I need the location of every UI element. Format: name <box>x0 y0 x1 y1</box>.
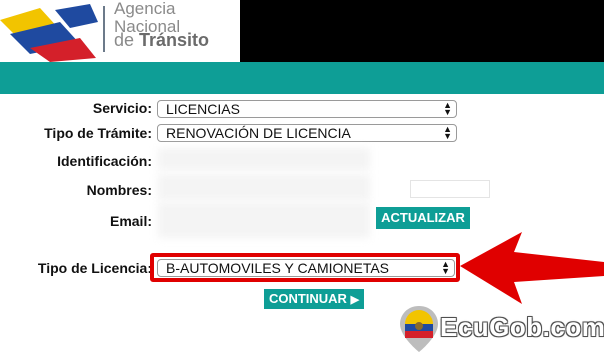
red-arrow-icon <box>460 232 604 304</box>
actualizar-button[interactable]: ACTUALIZAR <box>376 207 470 229</box>
logo-swoosh-icon <box>0 4 98 62</box>
email-label: Email: <box>109 213 152 229</box>
logo-line-3-bold: Tránsito <box>139 30 210 50</box>
tramite-select-value: RENOVACIÓN DE LICENCIA <box>166 125 351 141</box>
servicio-select-value: LICENCIAS <box>166 101 240 117</box>
servicio-select[interactable]: LICENCIAS ▲ ▼ <box>157 100 457 118</box>
map-pin-flag-icon <box>400 306 438 352</box>
play-arrow-icon: ▶ <box>350 294 360 306</box>
logo-line-3-prefix: de <box>114 30 140 50</box>
logo-line-3: de Tránsito <box>114 30 210 50</box>
tramite-label: Tipo de Trámite: <box>44 125 152 141</box>
servicio-label: Servicio: <box>92 100 152 116</box>
chevron-updown-icon: ▲ ▼ <box>441 259 450 276</box>
licencia-label: Tipo de Licencia: <box>37 260 152 276</box>
chevron-updown-icon: ▲ ▼ <box>443 124 452 141</box>
logo-divider <box>103 6 105 52</box>
tramite-select[interactable]: RENOVACIÓN DE LICENCIA ▲ ▼ <box>157 124 457 142</box>
chevron-updown-icon: ▲ ▼ <box>443 100 452 117</box>
nombres-blurred-value <box>158 174 370 200</box>
logo-line-1: Agencia <box>114 0 176 18</box>
email-blurred-value <box>158 202 370 238</box>
identificacion-label: Identificación: <box>57 153 152 169</box>
licencia-select-value: B-AUTOMOVILES Y CAMIONETAS <box>166 260 390 276</box>
licencia-select[interactable]: B-AUTOMOVILES Y CAMIONETAS ▲ ▼ <box>157 259 455 277</box>
teal-nav-bar <box>0 62 604 94</box>
agency-logo[interactable]: Agencia Nacional de Tránsito <box>0 0 240 62</box>
identificacion-blurred-value <box>158 148 370 170</box>
continuar-button[interactable]: CONTINUAR ▶ <box>264 289 364 309</box>
continuar-label: CONTINUAR <box>268 291 347 306</box>
nombres-label: Nombres: <box>86 182 152 198</box>
watermark-text: EcuGob.com <box>440 312 604 342</box>
nombres-input[interactable] <box>410 180 490 198</box>
